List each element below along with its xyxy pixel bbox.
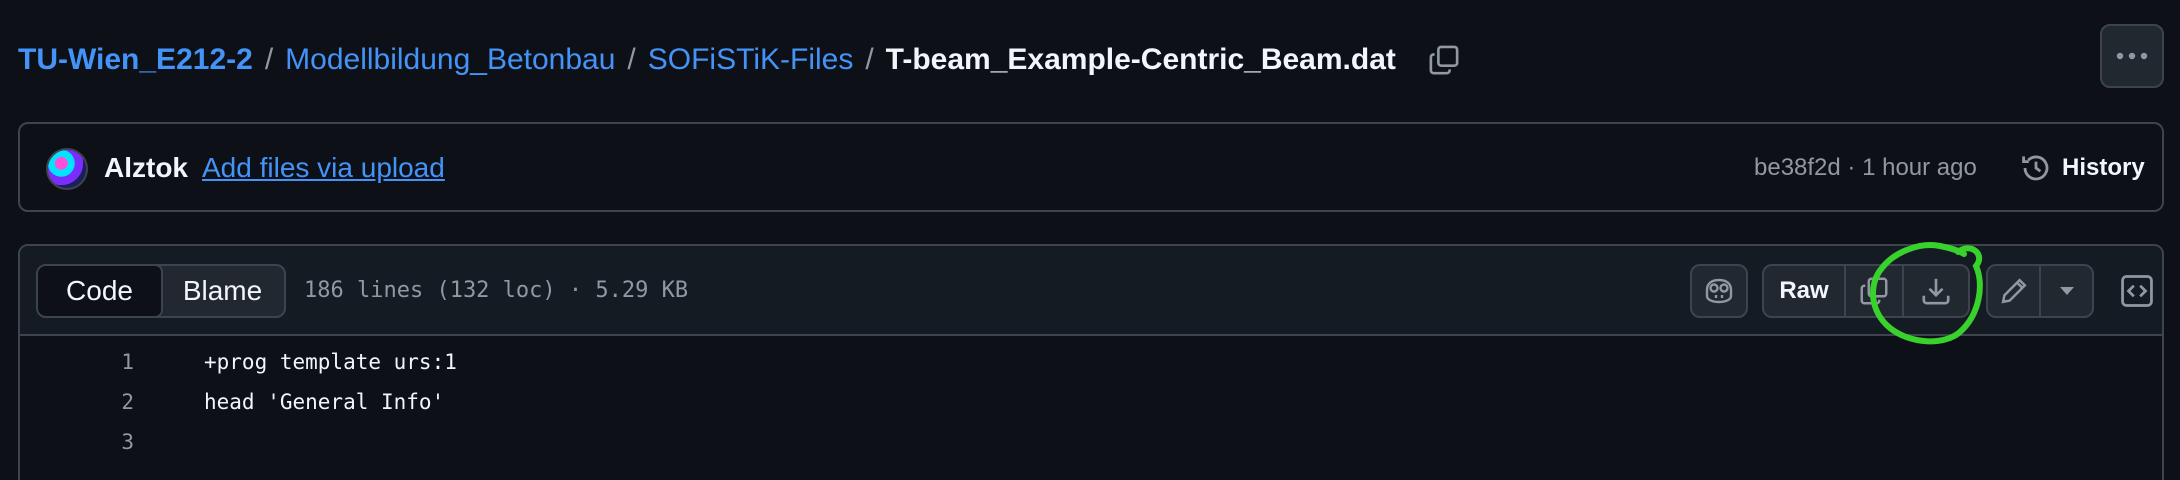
edit-file-button[interactable] [1988, 266, 2041, 316]
triangle-down-icon [2059, 287, 2074, 295]
raw-button[interactable]: Raw [1764, 266, 1846, 316]
breadcrumb: TU-Wien_E212-2 / Modellbildung_Betonbau … [18, 38, 1462, 82]
code-line: 3 [20, 422, 2162, 462]
line-number[interactable]: 2 [20, 390, 134, 414]
file-header: Code Blame 186 lines (132 loc) · 5.29 KB… [20, 246, 2162, 336]
breadcrumb-separator: / [865, 43, 874, 76]
commit-meta[interactable]: be38f2d · 1 hour ago [1754, 154, 1977, 182]
breadcrumb-separator: / [627, 43, 636, 76]
code-line: 2 head 'General Info' [20, 382, 2162, 422]
copy-raw-button[interactable] [1846, 266, 1904, 316]
history-icon [2022, 155, 2049, 181]
breadcrumb-repo-link[interactable]: Modellbildung_Betonbau [285, 43, 615, 77]
code-line: 1 +prog template urs:1 [20, 342, 2162, 382]
latest-commit-bar: Alztok Add files via upload be38f2d · 1 … [18, 122, 2164, 212]
kebab-horizontal-icon [2116, 52, 2148, 60]
edit-actions-group [1986, 264, 2094, 318]
file-viewer: Code Blame 186 lines (132 loc) · 5.29 KB… [18, 244, 2164, 480]
tab-code[interactable]: Code [38, 266, 163, 316]
breadcrumb-owner-link[interactable]: TU-Wien_E212-2 [18, 43, 253, 77]
history-label: History [2062, 154, 2145, 181]
breadcrumb-separator: / [264, 43, 274, 76]
commit-message-link[interactable]: Add files via upload [202, 152, 445, 184]
code-listing: 1 +prog template urs:1 2 head 'General I… [20, 342, 2162, 462]
avatar[interactable] [46, 148, 88, 190]
line-number[interactable]: 1 [20, 350, 134, 374]
file-view-page: TU-Wien_E212-2 / Modellbildung_Betonbau … [0, 0, 2180, 480]
commit-author[interactable]: Alztok [104, 152, 188, 184]
breadcrumb-folder-link[interactable]: SOFiSTiK-Files [648, 43, 854, 77]
pencil-icon [2001, 278, 2027, 304]
symbols-panel-button[interactable] [2108, 264, 2162, 318]
view-mode-toggle: Code Blame [36, 264, 286, 318]
code-square-icon [2121, 275, 2153, 307]
tab-blame[interactable]: Blame [161, 266, 284, 316]
edit-options-dropdown[interactable] [2041, 266, 2092, 316]
line-number[interactable]: 3 [20, 430, 134, 454]
raw-label: Raw [1779, 277, 1829, 304]
copilot-icon [1705, 278, 1733, 304]
copy-path-button[interactable] [1426, 42, 1462, 78]
copilot-button[interactable] [1690, 264, 1748, 318]
breadcrumb-current-file: T-beam_Example-Centric_Beam.dat [885, 43, 1396, 76]
more-options-button[interactable] [2100, 24, 2164, 88]
download-button[interactable] [1904, 266, 1968, 316]
file-info: 186 lines (132 loc) · 5.29 KB [304, 278, 689, 303]
download-icon [1922, 278, 1950, 305]
line-text: head 'General Info' [204, 390, 445, 414]
copy-icon [1429, 45, 1459, 75]
raw-actions-group: Raw [1762, 264, 1970, 318]
line-text: +prog template urs:1 [204, 350, 457, 374]
copy-icon [1860, 277, 1888, 305]
history-button[interactable]: History [2020, 146, 2145, 190]
